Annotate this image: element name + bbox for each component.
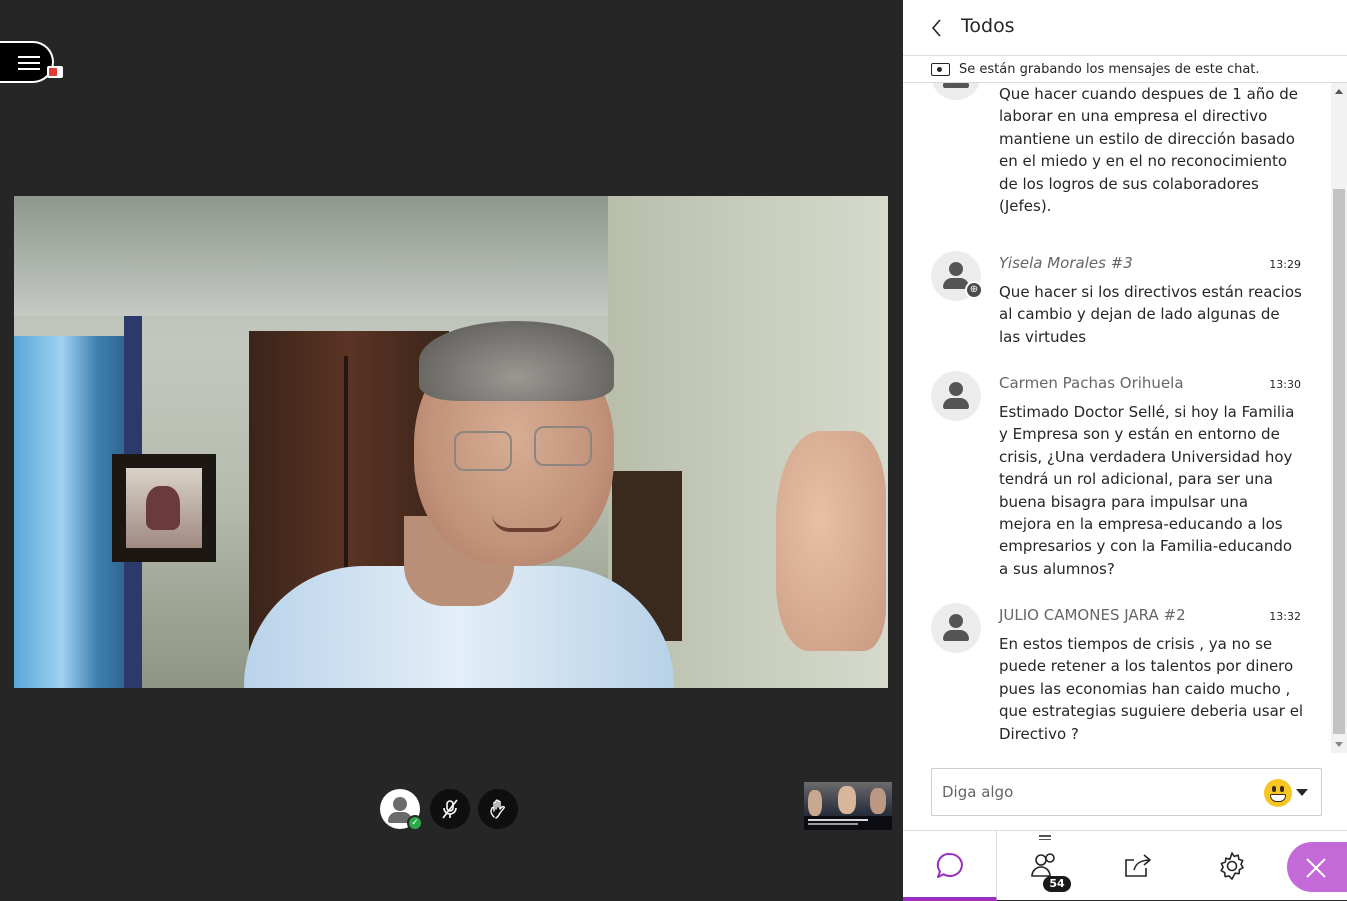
recording-icon [931, 63, 950, 76]
message-text: Que hacer cuando despues de 1 año de lab… [999, 85, 1298, 216]
caret-down-icon[interactable] [1296, 789, 1308, 796]
check-icon: ✓ [407, 815, 423, 831]
chat-bubble-icon [936, 852, 963, 878]
message-text: En estos tiempos de crisis , ya no se pu… [999, 635, 1304, 743]
presenter-video [14, 196, 888, 688]
recording-notice-text: Se están grabando los mensajes de este c… [959, 62, 1260, 77]
panel-header: Todos [903, 0, 1347, 56]
grip-icon [1039, 835, 1051, 842]
video-stage: ✓ [0, 0, 903, 900]
message-text: Estimado Doctor Sellé, si hoy la Familia… [999, 403, 1295, 578]
avatar: ⊕ [931, 251, 983, 301]
session-menu-button[interactable] [0, 41, 54, 83]
avatar [931, 603, 981, 653]
message-author: Carmen Pachas Orihuela [999, 374, 1184, 392]
scroll-up-icon[interactable] [1335, 89, 1343, 94]
avatar [931, 83, 981, 100]
back-button[interactable] [927, 16, 947, 40]
raise-hand-button[interactable] [478, 789, 518, 829]
tab-chat[interactable] [903, 831, 997, 901]
chat-panel: Todos Se están grabando los mensajes de … [903, 0, 1347, 901]
scroll-thumb[interactable] [1333, 189, 1345, 734]
recording-indicator-icon [47, 66, 63, 78]
chat-scrollbar[interactable] [1331, 83, 1347, 753]
chat-message-list[interactable]: Que hacer cuando despues de 1 año de lab… [903, 83, 1331, 753]
avatar [931, 371, 981, 421]
microphone-muted-icon [442, 799, 458, 819]
tab-share-content[interactable] [1091, 831, 1185, 901]
message-input[interactable] [932, 769, 1252, 815]
message-author: Yisela Morales #3 [999, 254, 1133, 272]
gear-icon [1220, 852, 1244, 880]
close-panel-button[interactable] [1287, 842, 1347, 892]
scroll-down-icon[interactable] [1335, 742, 1343, 747]
recording-notice: Se están grabando los mensajes de este c… [903, 57, 1347, 83]
message-text: Que hacer si los directivos están reacio… [999, 283, 1302, 346]
raise-hand-icon [490, 799, 505, 819]
page-title: Todos [961, 15, 1015, 37]
chevron-left-icon [931, 19, 941, 37]
shared-content-thumbnail[interactable] [804, 782, 892, 830]
message-time: 13:32 [1269, 610, 1301, 623]
message-time: 13:30 [1269, 378, 1301, 391]
message-composer [931, 768, 1322, 816]
panel-tab-bar: 54 [903, 830, 1347, 901]
close-icon [1306, 858, 1326, 878]
microphone-toggle-button[interactable] [430, 789, 470, 829]
attendee-count-badge: 54 [1043, 876, 1071, 892]
hamburger-icon [18, 56, 40, 70]
tab-attendees[interactable]: 54 [997, 831, 1091, 901]
avatar [393, 797, 407, 811]
share-icon [1125, 854, 1151, 877]
my-status-button[interactable]: ✓ [380, 789, 423, 831]
emoji-icon[interactable] [1264, 779, 1292, 807]
moderator-badge-icon: ⊕ [965, 281, 983, 299]
message-time: 13:29 [1269, 258, 1301, 271]
tab-settings[interactable] [1185, 831, 1279, 901]
message-author: JULIO CAMONES JARA #2 [999, 606, 1186, 624]
